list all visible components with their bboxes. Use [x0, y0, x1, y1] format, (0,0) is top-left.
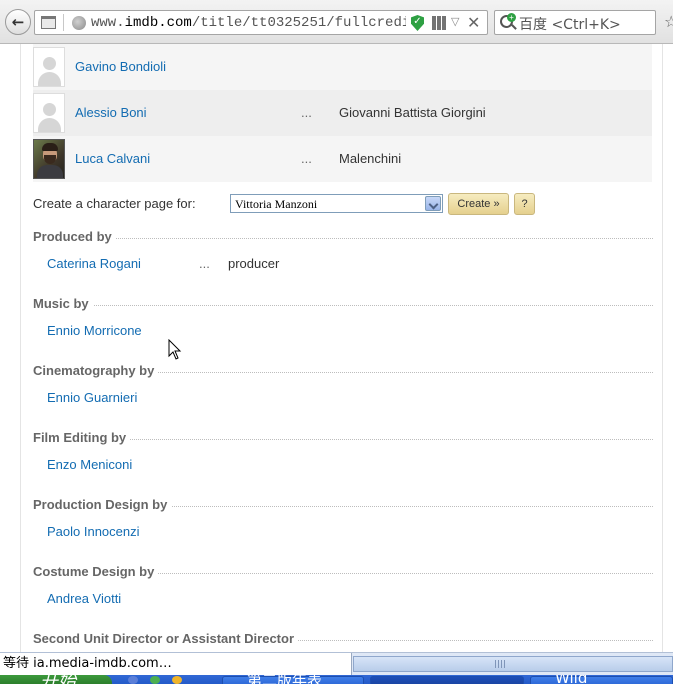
cast-photo-placeholder[interactable] [33, 93, 65, 133]
credit-section-cinematography: Cinematography by Ennio Guarnieri [33, 363, 653, 430]
section-title: Costume Design by [33, 564, 159, 579]
section-header: Second Unit Director or Assistant Direct… [33, 631, 653, 651]
taskbar-item[interactable]: Wild [530, 675, 673, 684]
credit-ellipsis: ... [199, 256, 210, 271]
cast-row: Gavino Bondioli [33, 44, 652, 90]
address-separator [63, 14, 64, 31]
section-title: Second Unit Director or Assistant Direct… [33, 631, 299, 646]
scrollbar-grip-icon[interactable] [495, 660, 505, 668]
section-header: Production Design by [33, 497, 653, 517]
cast-character: Malenchini [339, 151, 402, 166]
section-header: Produced by [33, 229, 653, 249]
help-button[interactable]: ? [514, 193, 535, 215]
back-arrow-icon: ← [11, 13, 25, 31]
quicklaunch-icon[interactable] [128, 676, 138, 684]
section-title: Cinematography by [33, 363, 159, 378]
status-bar: 等待 ia.media-imdb.com… [0, 652, 673, 675]
page-icon [41, 16, 56, 29]
quicklaunch-icon[interactable] [172, 676, 182, 684]
section-title: Production Design by [33, 497, 172, 512]
taskbar: 开始 第二版年表 Wild [0, 675, 673, 684]
start-button[interactable]: 开始 [0, 675, 112, 684]
credit-section-second-unit: Second Unit Director or Assistant Direct… [33, 631, 653, 652]
mouse-cursor-icon [168, 339, 182, 360]
taskbar-item[interactable]: 第二版年表 [222, 675, 364, 684]
cast-character: Giovanni Battista Giorgini [339, 105, 486, 120]
credit-name-link[interactable]: Ennio Guarnieri [47, 390, 137, 405]
credit-section-music: Music by Ennio Morricone [33, 296, 653, 363]
credit-section-costume: Costume Design by Andrea Viotti [33, 564, 653, 631]
character-select-value: Vittoria Manzoni [235, 197, 318, 211]
stop-icon[interactable]: ✕ [467, 13, 480, 32]
credit-role: producer [228, 256, 280, 271]
credit-name-link[interactable]: Enzo Meniconi [47, 457, 132, 472]
page-content: Gavino Bondioli Alessio Boni ... Giovann… [0, 44, 673, 652]
credit-name-link[interactable]: Ennio Morricone [47, 323, 142, 338]
url-text[interactable]: www.imdb.com/title/tt0325251/fullcredit [91, 15, 406, 32]
create-character-label: Create a character page for: [33, 196, 196, 211]
status-text: 等待 ia.media-imdb.com… [0, 653, 352, 675]
credit-name-link[interactable]: Andrea Viotti [47, 591, 121, 606]
credit-section-produced: Produced by Caterina Rogani ... producer [33, 229, 653, 296]
credit-section-editing: Film Editing by Enzo Meniconi [33, 430, 653, 497]
section-header: Costume Design by [33, 564, 653, 584]
back-button[interactable]: ← [5, 9, 31, 35]
credit-section-production-design: Production Design by Paolo Innocenzi [33, 497, 653, 564]
section-title: Film Editing by [33, 430, 131, 445]
section-header: Music by [33, 296, 653, 316]
section-divider [33, 305, 653, 306]
create-button[interactable]: Create » [448, 193, 509, 215]
horizontal-scrollbar[interactable] [353, 656, 673, 672]
character-select[interactable]: Vittoria Manzoni [230, 194, 443, 213]
cast-name-link[interactable]: Alessio Boni [75, 105, 147, 120]
address-bar[interactable]: www.imdb.com/title/tt0325251/fullcredit … [34, 10, 488, 35]
credit-name-link[interactable]: Caterina Rogani [47, 256, 141, 271]
start-label: 开始 [40, 675, 76, 684]
create-character-row: Create a character page for: Vittoria Ma… [33, 193, 652, 219]
section-header: Film Editing by [33, 430, 653, 450]
quicklaunch-icon[interactable] [150, 676, 160, 684]
chevron-down-icon[interactable] [425, 196, 441, 211]
globe-icon [72, 16, 86, 30]
browser-toolbar: ← www.imdb.com/title/tt0325251/fullcredi… [0, 0, 673, 44]
section-title: Music by [33, 296, 93, 311]
security-shield-icon[interactable]: ✓ [411, 15, 424, 31]
cast-row: Alessio Boni ... Giovanni Battista Giorg… [33, 90, 652, 136]
search-engine-badge-icon: + [507, 13, 516, 22]
cast-photo-placeholder[interactable] [33, 47, 65, 87]
qr-code-icon[interactable] [432, 16, 446, 30]
credit-name-link[interactable]: Paolo Innocenzi [47, 524, 140, 539]
cast-ellipsis: ... [301, 105, 312, 120]
cast-name-link[interactable]: Gavino Bondioli [75, 59, 166, 74]
cast-ellipsis: ... [301, 151, 312, 166]
search-placeholder[interactable]: 百度 <Ctrl+K> [519, 14, 621, 34]
bookmark-star-icon[interactable]: ☆ [664, 12, 673, 31]
taskbar-item-active[interactable] [370, 676, 524, 684]
history-dropdown-icon[interactable]: ▽ [451, 15, 459, 28]
section-divider [33, 238, 653, 239]
section-title: Produced by [33, 229, 116, 244]
cast-row: Luca Calvani ... Malenchini [33, 136, 652, 182]
cast-name-link[interactable]: Luca Calvani [75, 151, 150, 166]
section-header: Cinematography by [33, 363, 653, 383]
search-box[interactable]: + 百度 <Ctrl+K> [494, 10, 656, 35]
cast-photo[interactable] [33, 139, 65, 179]
